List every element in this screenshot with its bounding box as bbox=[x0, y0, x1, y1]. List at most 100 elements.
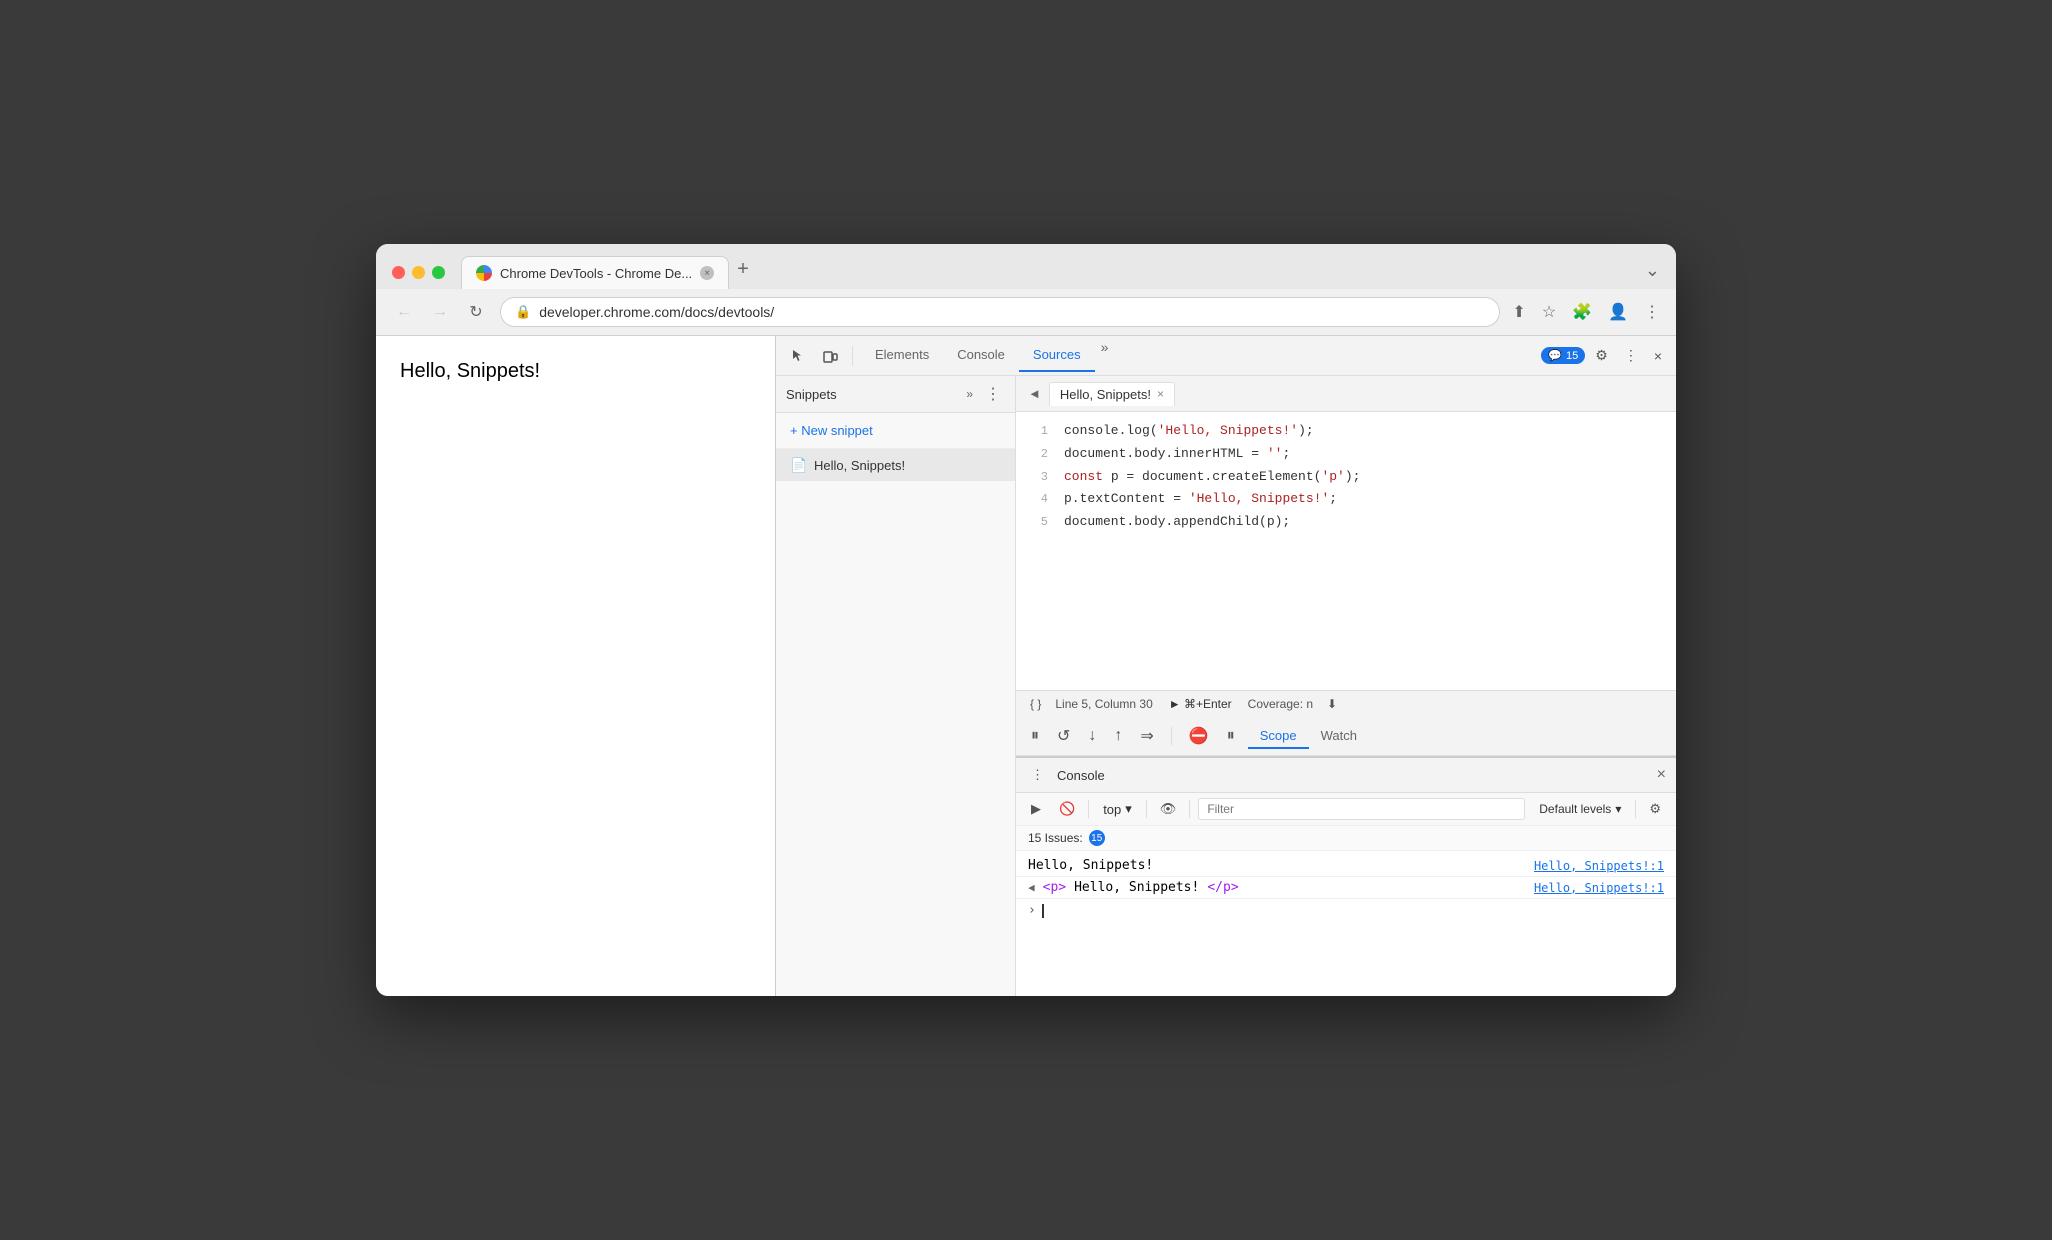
devtools-settings-button[interactable]: ⚙ bbox=[1589, 343, 1614, 368]
bookmark-icon[interactable]: ☆ bbox=[1542, 302, 1556, 322]
snippet-item-hello[interactable]: 📄 Hello, Snippets! bbox=[776, 449, 1015, 481]
extension-icon[interactable]: 🧩 bbox=[1572, 302, 1592, 322]
line-number-5: 5 bbox=[1016, 513, 1048, 532]
line-number-2: 2 bbox=[1016, 445, 1048, 464]
step-over-button[interactable]: ↺ bbox=[1052, 723, 1075, 749]
console-log-link-1[interactable]: Hello, Snippets!:1 bbox=[1534, 859, 1664, 873]
minimize-traffic-light[interactable] bbox=[412, 266, 425, 279]
code-line-1: 1 console.log('Hello, Snippets!'); bbox=[1016, 420, 1676, 443]
editor-back-button[interactable]: ◄ bbox=[1024, 382, 1045, 405]
tab-close-button[interactable]: × bbox=[700, 266, 714, 280]
devtools-close-button[interactable]: × bbox=[1648, 344, 1668, 368]
more-icon[interactable]: ⋮ bbox=[1644, 302, 1660, 322]
forward-button[interactable]: → bbox=[428, 300, 452, 324]
traffic-lights bbox=[392, 266, 445, 279]
code-editor: ◄ Hello, Snippets! × 1 console.log('Hell… bbox=[1016, 376, 1676, 996]
devtools-topbar: Elements Console Sources » 💬 15 ⚙ ⋮ × bbox=[776, 336, 1676, 376]
format-button[interactable]: { } bbox=[1026, 695, 1045, 713]
issues-label: 15 Issues: bbox=[1028, 831, 1083, 845]
profile-icon[interactable]: 👤 bbox=[1608, 302, 1628, 322]
page-hello-text: Hello, Snippets! bbox=[400, 360, 540, 382]
main-content: Hello, Snippets! Elemen bbox=[376, 336, 1676, 996]
snippets-chevron[interactable]: » bbox=[962, 385, 977, 403]
url-bar[interactable]: 🔒 developer.chrome.com/docs/devtools/ bbox=[500, 297, 1500, 327]
address-bar: ← → ↻ 🔒 developer.chrome.com/docs/devtoo… bbox=[376, 289, 1676, 336]
share-icon[interactable]: ⬆ bbox=[1512, 302, 1525, 322]
browser-tab[interactable]: Chrome DevTools - Chrome De... × bbox=[461, 256, 729, 289]
fullscreen-traffic-light[interactable] bbox=[432, 266, 445, 279]
console-more-button[interactable]: ⋮ bbox=[1026, 764, 1049, 786]
new-snippet-button[interactable]: + New snippet bbox=[776, 413, 1015, 449]
collapse-arrow[interactable]: ◀ bbox=[1028, 881, 1035, 894]
code-text-2: document.body.innerHTML = ''; bbox=[1064, 444, 1290, 465]
console-eye-button[interactable]: 👁 bbox=[1155, 798, 1182, 820]
code-text-3: const p = document.createElement('p'); bbox=[1064, 467, 1360, 488]
console-output: Hello, Snippets! Hello, Snippets!:1 ◀ <p… bbox=[1016, 851, 1676, 996]
console-close-button[interactable]: × bbox=[1657, 766, 1666, 784]
editor-tab-hello[interactable]: Hello, Snippets! × bbox=[1049, 382, 1175, 406]
console-input-line[interactable]: › bbox=[1016, 899, 1676, 922]
console-sep-4 bbox=[1635, 800, 1636, 818]
inspect-element-button[interactable] bbox=[784, 344, 812, 368]
toolbar-separator bbox=[852, 346, 853, 366]
more-tabs-icon[interactable]: » bbox=[1095, 339, 1115, 372]
console-title: Console bbox=[1057, 768, 1105, 783]
snippets-more-button[interactable]: ⋮ bbox=[981, 382, 1005, 406]
devtools-more-button[interactable]: ⋮ bbox=[1618, 343, 1644, 368]
console-prompt: › bbox=[1028, 903, 1036, 918]
run-snippet-button[interactable]: ► ⌘+Enter bbox=[1163, 695, 1238, 713]
tab-console[interactable]: Console bbox=[943, 339, 1019, 372]
tab-elements[interactable]: Elements bbox=[861, 339, 943, 372]
step-into-button[interactable]: ↓ bbox=[1083, 724, 1101, 748]
default-levels-button[interactable]: Default levels ▾ bbox=[1533, 799, 1627, 819]
snippet-name: Hello, Snippets! bbox=[814, 458, 905, 473]
breakpoints-button[interactable]: ⛔ bbox=[1184, 723, 1214, 749]
console-top-dropdown[interactable]: top ▾ bbox=[1097, 798, 1138, 820]
tab-sources[interactable]: Sources bbox=[1019, 339, 1095, 372]
code-text-5: document.body.appendChild(p); bbox=[1064, 512, 1290, 533]
console-sep-2 bbox=[1146, 800, 1147, 818]
devtools-panel: Elements Console Sources » 💬 15 ⚙ ⋮ × bbox=[776, 336, 1676, 996]
snippets-sidebar-header: Snippets » ⋮ bbox=[776, 376, 1015, 413]
console-filter-input[interactable] bbox=[1198, 798, 1525, 820]
console-settings-button[interactable]: ⚙ bbox=[1644, 798, 1666, 820]
refresh-button[interactable]: ↻ bbox=[464, 300, 488, 324]
snippet-file-icon: 📄 bbox=[790, 457, 806, 473]
device-toolbar-button[interactable] bbox=[816, 344, 844, 368]
console-header: ⋮ Console × bbox=[1016, 758, 1676, 793]
tab-favicon bbox=[476, 265, 492, 281]
console-log-text-2: Hello, Snippets! bbox=[1074, 880, 1199, 895]
watch-tab[interactable]: Watch bbox=[1309, 724, 1369, 749]
scope-watch-tabs: Scope Watch bbox=[1248, 724, 1666, 749]
editor-statusbar: { } Line 5, Column 30 ► ⌘+Enter Coverage… bbox=[1016, 690, 1676, 717]
step-next-button[interactable]: ⇒ bbox=[1135, 723, 1158, 749]
title-bar: Chrome DevTools - Chrome De... × + ⌄ bbox=[376, 244, 1676, 289]
debugger-separator bbox=[1171, 727, 1172, 745]
editor-tab-close[interactable]: × bbox=[1157, 387, 1164, 401]
pause-debugger-button[interactable]: ⏸ bbox=[1026, 724, 1044, 748]
tab-title: Chrome DevTools - Chrome De... bbox=[500, 266, 692, 281]
back-button[interactable]: ← bbox=[392, 300, 416, 324]
issues-badge[interactable]: 💬 15 bbox=[1541, 347, 1585, 364]
code-line-4: 4 p.textContent = 'Hello, Snippets!'; bbox=[1016, 488, 1676, 511]
new-tab-button[interactable]: + bbox=[729, 258, 757, 289]
console-log-link-2[interactable]: Hello, Snippets!:1 bbox=[1534, 881, 1664, 895]
console-toolbar: ▶ 🚫 top ▾ 👁 Defau bbox=[1016, 793, 1676, 826]
line-number-4: 4 bbox=[1016, 490, 1048, 509]
lock-icon: 🔒 bbox=[515, 304, 531, 320]
console-log-text-1: Hello, Snippets! bbox=[1028, 858, 1153, 873]
tab-overflow-icon[interactable]: ⌄ bbox=[1645, 260, 1660, 289]
console-block-button[interactable]: 🚫 bbox=[1054, 798, 1080, 820]
pause-on-exceptions-button[interactable]: ⏸ bbox=[1222, 724, 1240, 748]
badge-count: 15 bbox=[1566, 350, 1578, 362]
issues-count-badge: 15 bbox=[1089, 830, 1105, 846]
console-section: ⋮ Console × ▶ 🚫 top ▾ bbox=[1016, 756, 1676, 996]
expand-button[interactable]: ⬇ bbox=[1323, 695, 1341, 713]
step-out-button[interactable]: ↑ bbox=[1109, 724, 1127, 748]
scope-tab[interactable]: Scope bbox=[1248, 724, 1309, 749]
close-traffic-light[interactable] bbox=[392, 266, 405, 279]
run-label: ► ⌘+Enter bbox=[1169, 697, 1232, 711]
devtools-topbar-right: 💬 15 ⚙ ⋮ × bbox=[1541, 343, 1668, 368]
code-text-1: console.log('Hello, Snippets!'); bbox=[1064, 421, 1314, 442]
console-execute-button[interactable]: ▶ bbox=[1026, 798, 1046, 820]
